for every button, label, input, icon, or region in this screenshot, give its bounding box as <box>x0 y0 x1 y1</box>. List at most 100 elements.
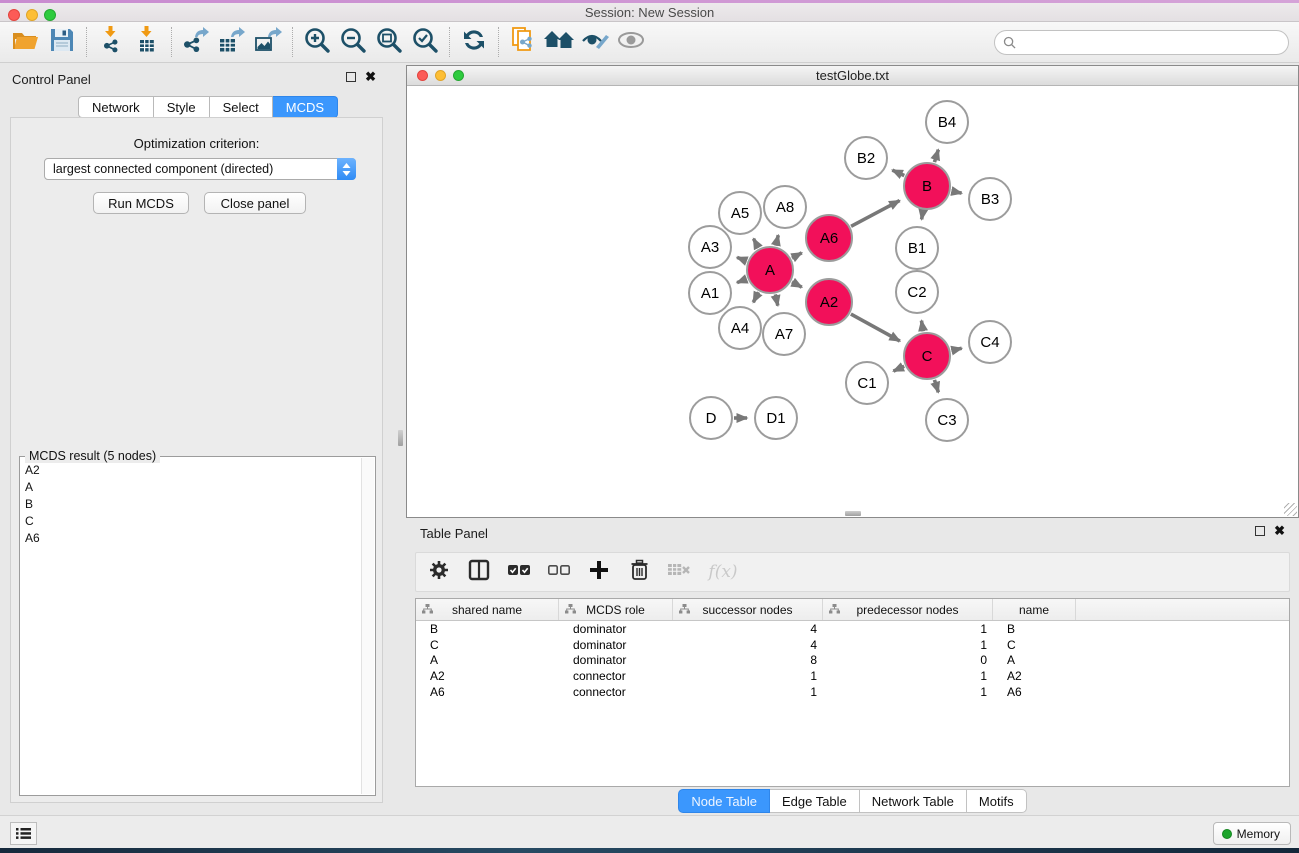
column-header-predecessor-nodes[interactable]: predecessor nodes <box>823 599 993 620</box>
graph-node-A6[interactable]: A6 <box>806 215 852 261</box>
cell-successor-nodes[interactable]: 8 <box>673 653 823 667</box>
plus-button[interactable] <box>586 559 612 585</box>
tab-mcds[interactable]: MCDS <box>273 96 338 118</box>
tab-node-table[interactable]: Node Table <box>678 789 770 813</box>
export-image-button[interactable] <box>250 25 286 59</box>
graph-edge-A-A5[interactable] <box>754 239 759 248</box>
cell-predecessor-nodes[interactable]: 1 <box>823 685 993 699</box>
result-scrollbar[interactable] <box>361 458 374 794</box>
cell-predecessor-nodes[interactable]: 1 <box>823 622 993 636</box>
cell-predecessor-nodes[interactable]: 1 <box>823 669 993 683</box>
import-network-button[interactable] <box>93 25 129 59</box>
vertical-split-handle[interactable] <box>398 430 403 446</box>
cell-shared-name[interactable]: B <box>416 622 559 636</box>
cell-shared-name[interactable]: C <box>416 638 559 652</box>
graph-edge-C-C4[interactable] <box>951 348 961 350</box>
cell-name[interactable]: B <box>993 622 1076 636</box>
graph-node-A8[interactable]: A8 <box>764 186 806 228</box>
graph-node-B2[interactable]: B2 <box>845 137 887 179</box>
table-row[interactable]: Bdominator41B <box>416 621 1289 637</box>
graph-edge-C-C1[interactable] <box>893 366 904 371</box>
cell-MCDS-role[interactable]: dominator <box>559 653 673 667</box>
trash-button[interactable] <box>626 559 652 585</box>
deselect-all-button[interactable] <box>546 559 572 585</box>
graph-node-C[interactable]: C <box>904 333 950 379</box>
zoom-fit-button[interactable] <box>371 25 407 59</box>
graph-node-C3[interactable]: C3 <box>926 399 968 441</box>
table-row[interactable]: A6connector11A6 <box>416 684 1289 700</box>
graph-node-A5[interactable]: A5 <box>719 192 761 234</box>
column-header-shared-name[interactable]: shared name <box>416 599 559 620</box>
run-mcds-button[interactable]: Run MCDS <box>93 192 189 214</box>
close-table-panel-icon[interactable]: ✖ <box>1274 526 1285 536</box>
cell-MCDS-role[interactable]: connector <box>559 685 673 699</box>
graph-node-B[interactable]: B <box>904 163 950 209</box>
float-table-panel-icon[interactable] <box>1255 526 1265 536</box>
resize-grip[interactable] <box>1284 503 1297 516</box>
cell-predecessor-nodes[interactable]: 1 <box>823 638 993 652</box>
graph-node-C2[interactable]: C2 <box>896 271 938 313</box>
mcds-result-item[interactable]: C <box>21 512 361 529</box>
column-header-MCDS-role[interactable]: MCDS role <box>559 599 673 620</box>
cell-MCDS-role[interactable]: connector <box>559 669 673 683</box>
tab-edge-table[interactable]: Edge Table <box>770 789 860 813</box>
gear-button[interactable] <box>426 559 452 585</box>
graph-edge-B-B1[interactable] <box>922 211 923 220</box>
graph-node-B3[interactable]: B3 <box>969 178 1011 220</box>
search-input[interactable] <box>1022 36 1280 50</box>
graph-edge-A-A3[interactable] <box>737 257 747 261</box>
graph-node-B1[interactable]: B1 <box>896 227 938 269</box>
optimization-dropdown[interactable]: largest connected component (directed) <box>44 158 356 180</box>
mcds-result-item[interactable]: A <box>21 478 361 495</box>
horizontal-split-handle[interactable] <box>845 511 861 516</box>
graph-edge-A-A1[interactable] <box>737 279 747 283</box>
graph-node-A4[interactable]: A4 <box>719 307 761 349</box>
select-all-button[interactable] <box>506 559 532 585</box>
table-row[interactable]: Cdominator41C <box>416 637 1289 653</box>
import-table-button[interactable] <box>129 25 165 59</box>
graph-node-B4[interactable]: B4 <box>926 101 968 143</box>
graph-edge-C-C2[interactable] <box>921 321 923 332</box>
cell-shared-name[interactable]: A2 <box>416 669 559 683</box>
column-header-successor-nodes[interactable]: successor nodes <box>673 599 823 620</box>
mcds-result-item[interactable]: A2 <box>21 461 361 478</box>
cell-successor-nodes[interactable]: 1 <box>673 685 823 699</box>
homes-button[interactable] <box>541 25 577 59</box>
save-button[interactable] <box>44 25 80 59</box>
graph-node-A3[interactable]: A3 <box>689 226 731 268</box>
export-network-button[interactable] <box>178 25 214 59</box>
graph-edge-B-B2[interactable] <box>892 170 904 175</box>
graph-node-D1[interactable]: D1 <box>755 397 797 439</box>
tab-motifs[interactable]: Motifs <box>967 789 1027 813</box>
cell-successor-nodes[interactable]: 4 <box>673 638 823 652</box>
cell-name[interactable]: A2 <box>993 669 1076 683</box>
graph-edge-C-C3[interactable] <box>934 380 938 392</box>
float-panel-icon[interactable] <box>346 72 356 82</box>
graph-edge-A-A4[interactable] <box>753 292 758 302</box>
cell-successor-nodes[interactable]: 4 <box>673 622 823 636</box>
cell-shared-name[interactable]: A <box>416 653 559 667</box>
export-table-button[interactable] <box>214 25 250 59</box>
memory-button[interactable]: Memory <box>1213 822 1291 845</box>
mcds-result-item[interactable]: A6 <box>21 529 361 546</box>
zoom-in-button[interactable] <box>299 25 335 59</box>
tab-select[interactable]: Select <box>210 96 273 118</box>
refresh-button[interactable] <box>456 25 492 59</box>
graph-node-A2[interactable]: A2 <box>806 279 852 325</box>
zoom-out-button[interactable] <box>335 25 371 59</box>
cell-predecessor-nodes[interactable]: 0 <box>823 653 993 667</box>
tab-network-table[interactable]: Network Table <box>860 789 967 813</box>
graph-edge-A6-B[interactable] <box>851 201 900 227</box>
close-panel-button[interactable]: Close panel <box>204 192 306 214</box>
cell-shared-name[interactable]: A6 <box>416 685 559 699</box>
graph-edge-B-B3[interactable] <box>951 191 961 193</box>
graph-edge-A2-C[interactable] <box>851 314 900 341</box>
network-canvas[interactable]: AA1A2A3A4A5A6A7A8BB1B2B3B4CC1C2C3C4DD1 <box>407 87 1298 517</box>
network-graph[interactable]: AA1A2A3A4A5A6A7A8BB1B2B3B4CC1C2C3C4DD1 <box>407 87 1298 518</box>
graph-node-C1[interactable]: C1 <box>846 362 888 404</box>
zoom-selected-button[interactable] <box>407 25 443 59</box>
cell-successor-nodes[interactable]: 1 <box>673 669 823 683</box>
mcds-result-list[interactable]: A2ABCA6 <box>21 461 361 794</box>
graph-node-A7[interactable]: A7 <box>763 313 805 355</box>
cell-MCDS-role[interactable]: dominator <box>559 622 673 636</box>
